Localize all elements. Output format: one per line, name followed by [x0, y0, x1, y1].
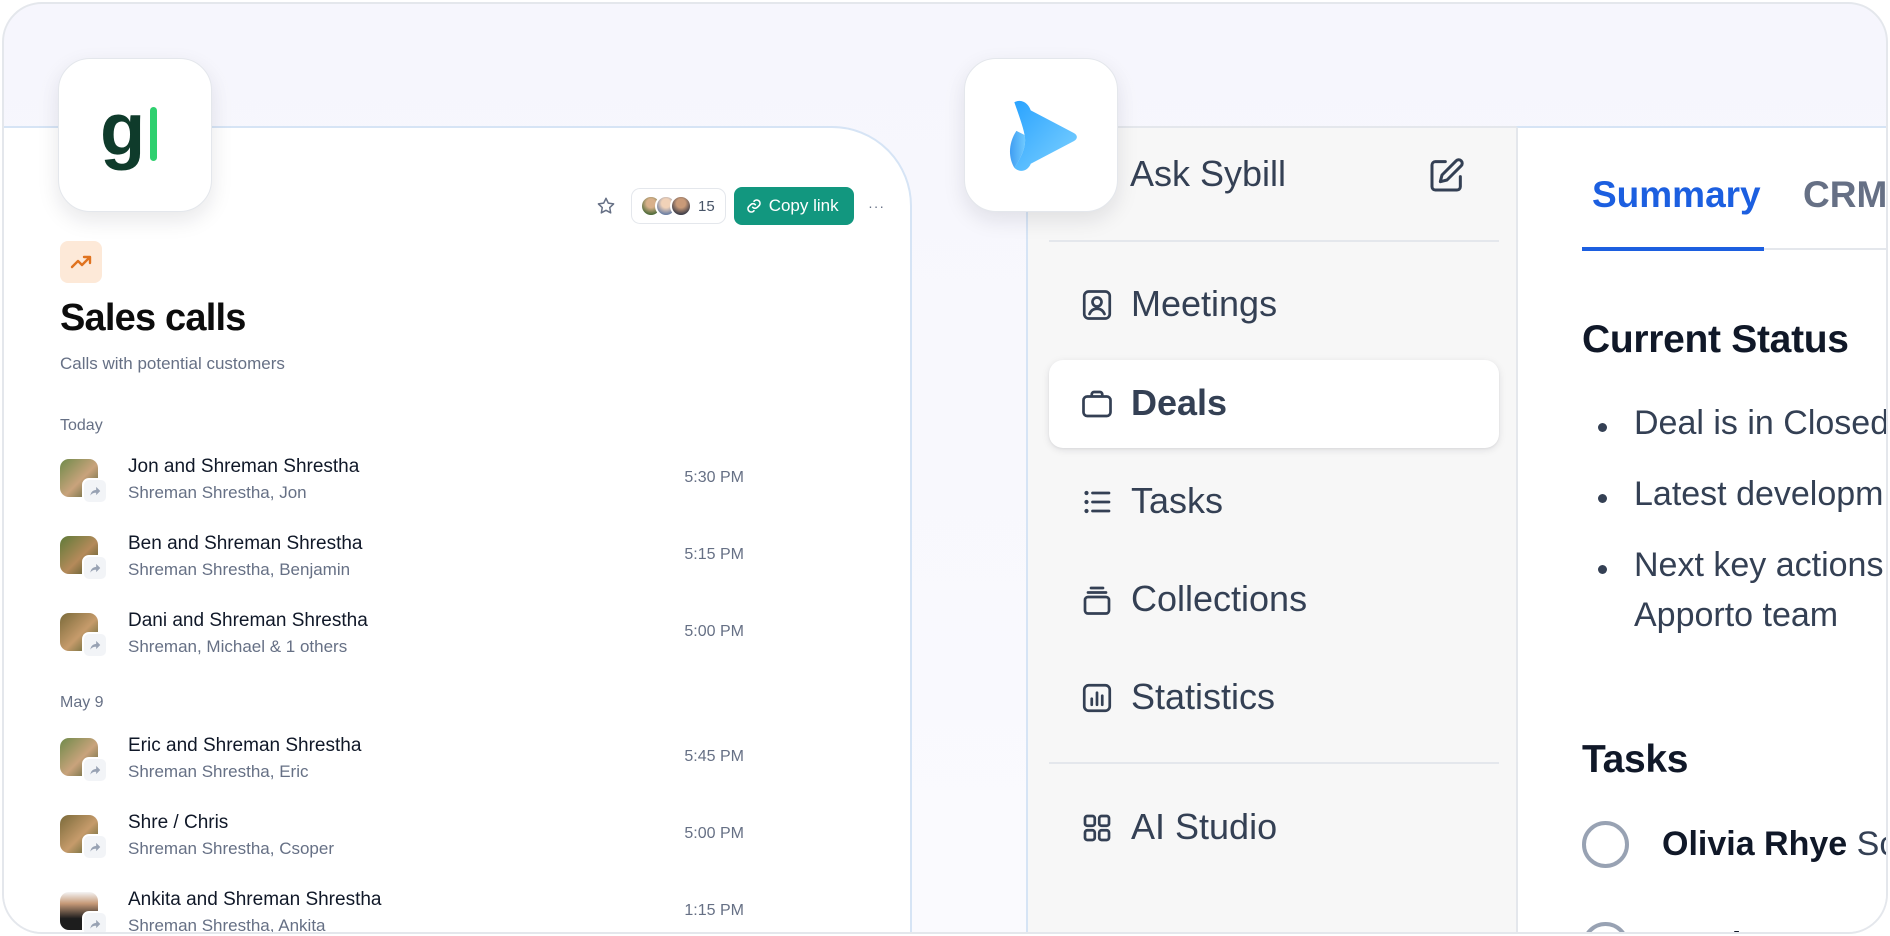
tasks-heading: Tasks [1582, 738, 1689, 781]
call-row[interactable]: Jon and Shreman Shrestha Shreman Shresth… [60, 456, 744, 512]
date-group-label: May 9 [60, 694, 104, 711]
bar-chart-icon [1077, 678, 1117, 718]
nav-item-collections[interactable]: Collections [1049, 556, 1499, 644]
nav-label: Meetings [1131, 283, 1278, 324]
nav-divider [1049, 762, 1499, 764]
share-icon [82, 757, 108, 783]
page-title: Sales calls [60, 297, 246, 339]
call-participants: Shreman Shrestha, Eric [128, 762, 309, 781]
sybill-app-icon [964, 58, 1118, 212]
ask-sybill-label[interactable]: Ask Sybill [1130, 153, 1286, 195]
nav-label: Deals [1131, 382, 1228, 423]
share-icon [82, 632, 108, 658]
sybill-logo-icon [1009, 100, 1077, 171]
more-icon: ··· [868, 198, 886, 214]
list-icon [1077, 482, 1117, 522]
more-options-button[interactable]: ··· [862, 191, 892, 221]
call-title: Ankita and Shreman Shrestha [128, 889, 382, 910]
nav-label: AI Studio [1131, 806, 1278, 847]
bullet-text: Latest developm [1634, 475, 1884, 513]
nav-divider [1049, 240, 1499, 242]
call-participants: Shreman Shrestha, Jon [128, 483, 307, 502]
call-row[interactable]: Ben and Shreman Shrestha Shreman Shresth… [60, 533, 744, 589]
call-row[interactable]: Eric and Shreman Shrestha Shreman Shrest… [60, 735, 744, 791]
nav-label: Tasks [1131, 480, 1224, 521]
edit-icon [1430, 158, 1464, 192]
nav-item-tasks[interactable]: Tasks [1049, 458, 1499, 546]
call-participants: Shreman Shrestha, Benjamin [128, 560, 351, 579]
grid-icon [1077, 808, 1117, 848]
trending-up-icon [70, 255, 92, 269]
collaborators-button[interactable]: 15 [631, 188, 726, 224]
call-participants: Shreman Shrestha, Ankita [128, 916, 326, 934]
date-group-label: Today [60, 417, 103, 434]
briefcase-icon [1077, 384, 1117, 424]
call-time: 5:30 PM [684, 469, 744, 486]
page-subtitle: Calls with potential customers [60, 354, 285, 373]
task-description: Sc [1856, 825, 1886, 863]
trending-badge [60, 241, 102, 283]
tab-summary[interactable]: Summary [1592, 174, 1761, 216]
call-title: Eric and Shreman Shrestha [128, 735, 362, 756]
task-assignee: Matthew S [1662, 926, 1830, 932]
call-title: Dani and Shreman Shrestha [128, 610, 368, 631]
favorite-button[interactable] [589, 189, 623, 223]
svg-text:g: g [100, 95, 145, 171]
call-row[interactable]: Shre / Chris Shreman Shrestha, Csoper 5:… [60, 812, 744, 868]
collaborator-avatars [640, 195, 692, 217]
call-title: Ben and Shreman Shrestha [128, 533, 363, 554]
tab-crm[interactable]: CRM [1803, 174, 1886, 216]
call-time: 5:15 PM [684, 546, 744, 563]
share-icon [82, 478, 108, 504]
g-logo-icon: g [100, 95, 157, 171]
star-icon [597, 197, 615, 214]
call-time: 5:45 PM [684, 748, 744, 765]
stack-icon [1077, 580, 1117, 620]
task-text: Matthew S [1662, 926, 1830, 932]
app-frame: g 15 Copy link ··· Sales calls Calls wit… [2, 2, 1888, 934]
avatar [670, 195, 692, 217]
meetings-icon [1077, 285, 1117, 325]
nav-label: Statistics [1131, 676, 1276, 717]
call-row[interactable]: Dani and Shreman Shrestha Shreman, Micha… [60, 610, 744, 666]
call-participants: Shreman, Michael & 1 others [128, 637, 348, 656]
share-icon [82, 834, 108, 860]
task-checkbox[interactable] [1582, 821, 1629, 868]
bullet-text: Deal is in Closed [1634, 404, 1888, 442]
collaborator-count: 15 [698, 197, 715, 215]
call-title: Jon and Shreman Shrestha [128, 456, 360, 477]
nav-item-ai-studio[interactable]: AI Studio [1049, 784, 1499, 872]
call-participants: Shreman Shrestha, Csoper [128, 839, 334, 858]
call-time: 5:00 PM [684, 623, 744, 640]
tab-divider [1764, 248, 1886, 250]
nav-label: Collections [1131, 578, 1308, 619]
new-chat-button[interactable] [1424, 152, 1470, 198]
bullet-text: Next key actions [1634, 546, 1884, 584]
panel-toolbar: 15 Copy link ··· [589, 187, 892, 225]
nav-item-meetings[interactable]: Meetings [1049, 261, 1499, 349]
call-time: 1:15 PM [684, 902, 744, 919]
gong-app-icon: g [58, 58, 212, 212]
nav-item-statistics[interactable]: Statistics [1049, 654, 1499, 742]
copy-link-label: Copy link [768, 196, 839, 215]
task-text: Olivia Rhye Sc [1662, 825, 1886, 864]
link-icon [746, 199, 761, 213]
current-status-heading: Current Status [1582, 318, 1849, 361]
active-tab-indicator [1582, 247, 1764, 251]
call-time: 5:00 PM [684, 825, 744, 842]
share-icon [82, 555, 108, 581]
bullet-text: Apporto team [1634, 596, 1839, 634]
share-icon [82, 911, 108, 932]
call-row[interactable]: Ankita and Shreman Shrestha Shreman Shre… [60, 889, 744, 934]
copy-link-button[interactable]: Copy link [733, 187, 854, 225]
task-assignee: Olivia Rhye [1662, 825, 1848, 863]
call-title: Shre / Chris [128, 812, 229, 833]
nav-item-deals[interactable]: Deals [1049, 360, 1499, 448]
